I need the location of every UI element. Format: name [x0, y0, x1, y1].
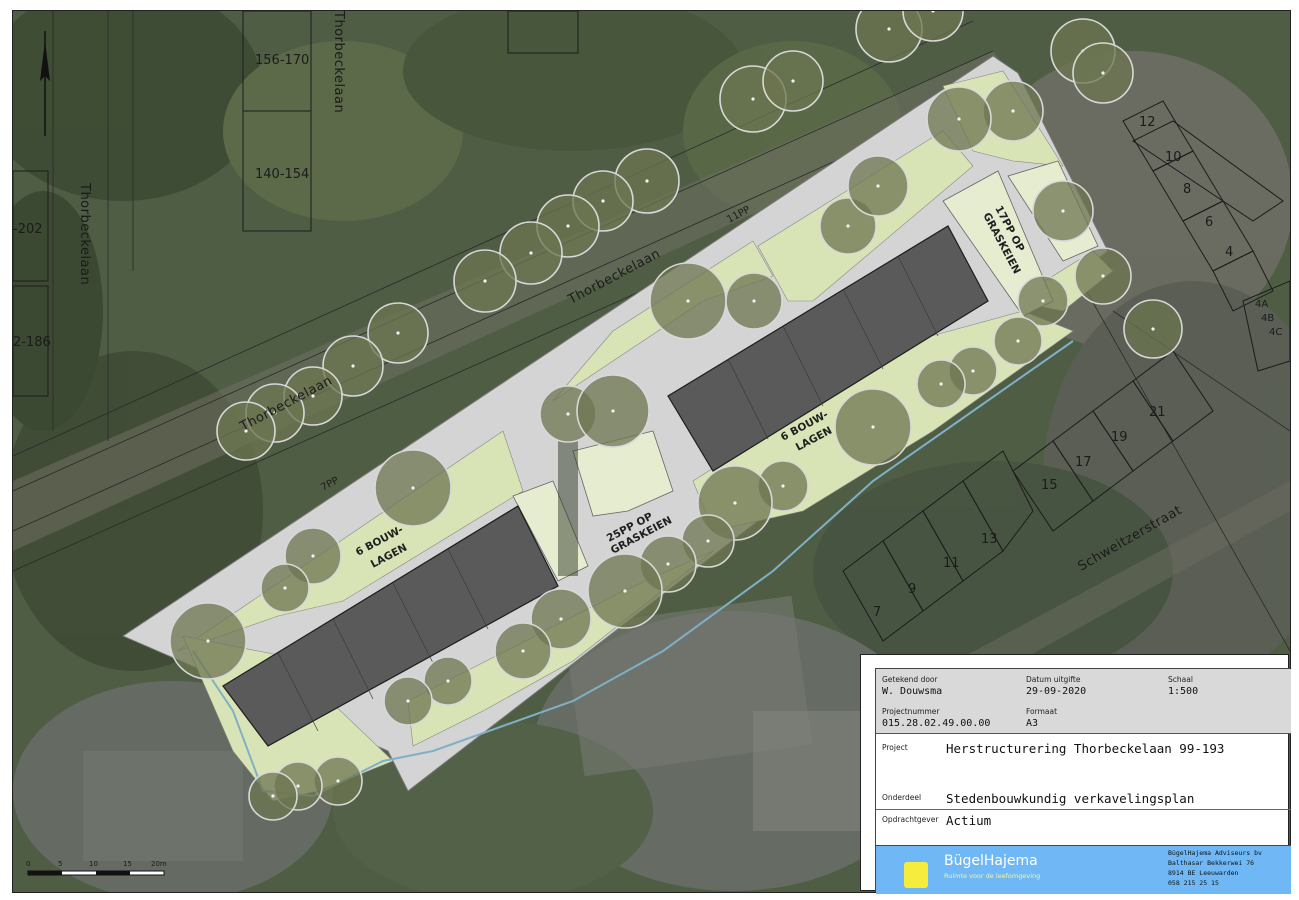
tree-trunk-marker: [559, 617, 563, 621]
tree-trunk-marker: [957, 117, 961, 121]
house-number: 15: [1041, 478, 1058, 493]
tree-trunk-marker: [871, 425, 875, 429]
house-number: 10: [1165, 150, 1182, 165]
title-block: Getekend door W. Douwsma Datum uitgifte …: [860, 654, 1291, 894]
scale-tick-label: 0: [26, 860, 30, 868]
tree-trunk-marker: [311, 554, 315, 558]
project-value: Herstructurering Thorbeckelaan 99-193: [946, 741, 1225, 756]
scale-caption: Schaal: [1168, 675, 1193, 684]
tree-trunk-marker: [666, 562, 670, 566]
format-caption: Formaat: [1026, 707, 1058, 716]
tree-trunk-marker: [1011, 109, 1015, 113]
tree-trunk-marker: [411, 486, 415, 490]
tree-trunk-marker: [751, 97, 755, 101]
tree-trunk-marker: [406, 699, 410, 703]
component-value: Stedenbouwkundig verkavelingsplan: [946, 791, 1195, 806]
tree-trunk-marker: [483, 279, 487, 283]
company-logo-bar: BügelHajema Ruimte voor de leefomgeving …: [876, 845, 1291, 894]
tree-trunk-marker: [686, 299, 690, 303]
client-value: Actium: [946, 813, 992, 828]
tree-trunk-marker: [283, 586, 287, 590]
issue-date-value: 29-09-2020: [1026, 686, 1087, 697]
project-number-caption: Projectnummer: [882, 707, 940, 716]
tree-trunk-marker: [206, 639, 210, 643]
scale-tick-label: 20m: [151, 860, 167, 868]
company-full-name: BügelHajema Adviseurs bv: [1168, 849, 1262, 857]
tree-trunk-marker: [971, 369, 975, 373]
tree-trunk-marker: [1101, 71, 1105, 75]
tree-trunk-marker: [566, 412, 570, 416]
tree-trunk-marker: [1101, 274, 1105, 278]
tree-trunk-marker: [1016, 339, 1020, 343]
tree-trunk-marker: [791, 79, 795, 83]
house-number: 4B: [1261, 313, 1274, 324]
title-block-divider: [876, 809, 1291, 810]
company-address-line1: Balthasar Bekkerwei 76: [1168, 859, 1255, 867]
drawn-by-caption: Getekend door: [882, 675, 938, 684]
scale-tick-label: 15: [123, 860, 132, 868]
house-number: 4C: [1269, 327, 1282, 338]
scale-tick-label: 5: [58, 860, 62, 868]
house-number: 8: [1183, 182, 1191, 197]
house-number: 12: [1139, 115, 1156, 130]
project-number-value: 015.28.02.49.00.00: [882, 718, 991, 729]
tree-trunk-marker: [296, 784, 300, 788]
client-caption: Opdrachtgever: [882, 815, 939, 824]
tree-trunk-marker: [876, 184, 880, 188]
house-number: 17: [1075, 455, 1092, 470]
company-name: BügelHajema: [944, 853, 1038, 869]
scale-tick-label: 10: [89, 860, 98, 868]
drawn-by-value: W. Douwsma: [882, 686, 943, 697]
street-label-thorbeckelaan-top: Thorbeckelaan: [331, 11, 346, 113]
house-number: 21: [1149, 405, 1166, 420]
house-number: 6: [1205, 215, 1213, 230]
company-logo-icon: [904, 862, 928, 888]
house-number: 19: [1111, 430, 1128, 445]
tree-trunk-marker: [566, 224, 570, 228]
house-number: -202: [13, 222, 43, 237]
tree-trunk-marker: [1041, 299, 1045, 303]
scale-value: 1:500: [1168, 686, 1199, 697]
house-number: 9: [908, 582, 916, 597]
tree-trunk-marker: [706, 539, 710, 543]
tree-trunk-marker: [939, 382, 943, 386]
tree-trunk-marker: [645, 179, 649, 183]
tree-trunk-marker: [351, 364, 355, 368]
component-caption: Onderdeel: [882, 793, 922, 802]
tree-trunk-marker: [396, 331, 400, 335]
company-phone: 058 215 25 15: [1168, 879, 1219, 887]
tree-trunk-marker: [781, 484, 785, 488]
project-caption: Project: [882, 743, 908, 752]
tree-trunk-marker: [446, 679, 450, 683]
house-number: 7: [873, 605, 881, 620]
tree-trunk-marker: [887, 27, 891, 31]
street-label-thorbeckelaan-west: Thorbeckelaan: [77, 182, 92, 285]
tree-trunk-marker: [752, 299, 756, 303]
company-address-line2: 8914 BE Leeuwarden: [1168, 869, 1239, 877]
tree-trunk-marker: [1061, 209, 1065, 213]
tree-trunk-marker: [846, 224, 850, 228]
house-number: 13: [981, 532, 998, 547]
title-block-inner: Getekend door W. Douwsma Datum uitgifte …: [875, 668, 1291, 894]
tree-trunk-marker: [601, 199, 605, 203]
house-number: 11: [943, 556, 960, 571]
format-value: A3: [1026, 718, 1039, 729]
house-number: 4A: [1255, 299, 1268, 310]
issue-date-caption: Datum uitgifte: [1026, 675, 1081, 684]
tree-trunk-marker: [271, 794, 275, 798]
tree-trunk-marker: [1151, 327, 1155, 331]
house-number: 156-170: [255, 53, 309, 68]
tree-trunk-marker: [611, 409, 615, 413]
tree-trunk-marker: [623, 589, 627, 593]
company-tagline: Ruimte voor de leefomgeving: [944, 872, 1041, 880]
title-block-header: Getekend door W. Douwsma Datum uitgifte …: [876, 669, 1291, 734]
tree-trunk-marker: [529, 251, 533, 255]
house-number: 4: [1225, 245, 1233, 260]
house-number: 2-186: [13, 335, 51, 350]
tree-trunk-marker: [733, 501, 737, 505]
tree-trunk-marker: [336, 779, 340, 783]
house-number: 140-154: [255, 167, 309, 182]
tree-trunk-marker: [521, 649, 525, 653]
